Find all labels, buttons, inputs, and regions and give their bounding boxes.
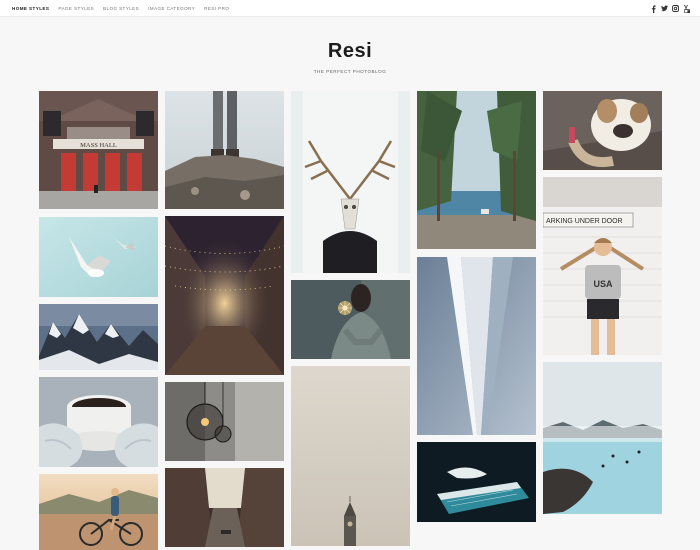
site-header: Resi THE PERFECT PHOTOBLOG	[0, 40, 700, 74]
youtube-icon[interactable]	[683, 4, 690, 13]
shirt-text: USA	[593, 279, 613, 289]
photo-lakeside-trees[interactable]	[417, 91, 536, 249]
top-bar: HOME STYLES PAGE STYLES BLOG STYLES IMAG…	[0, 0, 700, 17]
photo-sparkler[interactable]	[291, 280, 410, 359]
photo-seagulls[interactable]	[39, 217, 158, 297]
facebook-icon[interactable]	[650, 4, 657, 13]
photo-mountains[interactable]	[39, 304, 158, 370]
photo-blue-lagoon[interactable]	[543, 362, 662, 514]
social-links	[646, 0, 690, 17]
parking-sign: ARKING UNDER DOOR	[546, 218, 623, 225]
photo-coffee-mug[interactable]	[39, 377, 158, 467]
photo-abstract-architecture[interactable]	[417, 257, 536, 435]
photo-antler-skull[interactable]	[291, 91, 410, 273]
photo-lit-street[interactable]	[165, 216, 284, 375]
nav-item-home-styles[interactable]: HOME STYLES	[12, 6, 49, 11]
photo-girl-braids[interactable]: ARKING UNDER DOOR USA	[543, 177, 662, 355]
site-tagline: THE PERFECT PHOTOBLOG	[313, 69, 387, 74]
photo-clock-tower[interactable]	[291, 366, 410, 546]
twitter-icon[interactable]	[661, 5, 668, 13]
main-navigation: HOME STYLES PAGE STYLES BLOG STYLES IMAG…	[12, 0, 238, 17]
photo-ocean-pool[interactable]	[417, 442, 536, 522]
nav-item-blog-styles[interactable]: BLOG STYLES	[103, 6, 139, 11]
instagram-icon[interactable]	[672, 5, 679, 13]
photo-mass-hall[interactable]: MASS HALL	[39, 91, 158, 209]
nav-item-image-category[interactable]: IMAGE CATEGORY	[148, 6, 195, 11]
photo-canal[interactable]	[165, 468, 284, 547]
photo-girl-bicycle[interactable]	[39, 474, 158, 550]
nav-item-page-styles[interactable]: PAGE STYLES	[58, 6, 94, 11]
photo-bulldog[interactable]	[543, 91, 662, 170]
mass-hall-sign: MASS HALL	[80, 142, 117, 149]
photo-pendant-lamp[interactable]	[165, 382, 284, 461]
photo-standing-on-cliff[interactable]	[165, 91, 284, 209]
nav-item-resi-pro[interactable]: RESI PRO	[204, 6, 229, 11]
site-title[interactable]: Resi	[0, 40, 700, 63]
